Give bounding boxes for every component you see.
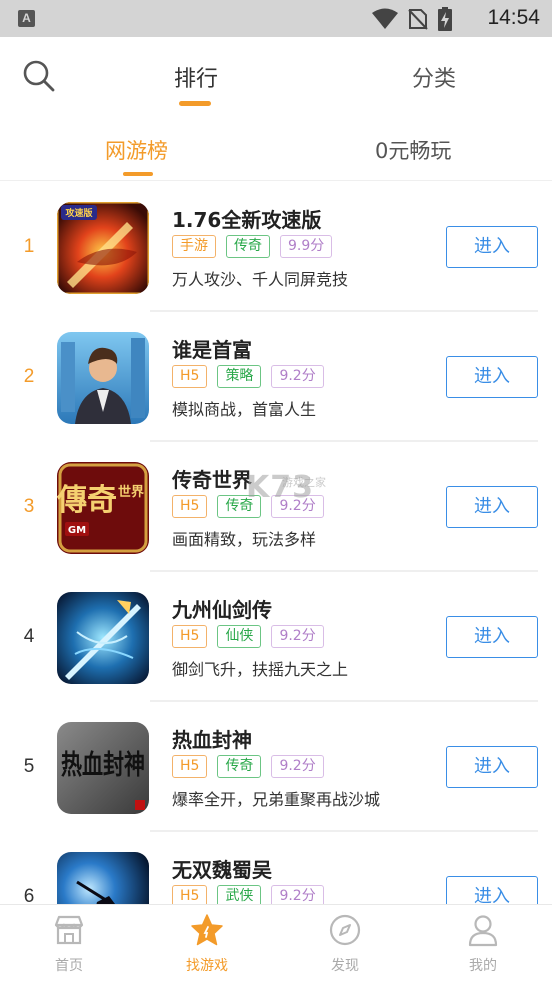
tab-online-games[interactable]: 网游榜 — [105, 135, 168, 165]
game-icon: 傳奇 世界 GM — [57, 462, 149, 554]
genre-tag: 传奇 — [217, 755, 262, 778]
star-icon — [191, 914, 223, 946]
status-bar: A 14:54 — [0, 0, 552, 37]
rank-number: 3 — [23, 496, 35, 517]
tab-category[interactable]: 分类 — [412, 61, 456, 93]
game-description: 万人攻沙、千人同屏竞技 — [172, 270, 349, 289]
enter-button[interactable]: 进入 — [446, 356, 538, 398]
genre-tag: 策略 — [217, 365, 262, 388]
platform-tag: H5 — [172, 365, 208, 388]
rank-number: 5 — [23, 756, 35, 777]
list-item[interactable]: 4 九州仙剑传 H5 仙侠 9.2分 御剑飞升，扶摇九天之上 进入 — [0, 572, 552, 702]
tag-group: H5 仙侠 9.2分 — [172, 625, 324, 648]
game-icon — [57, 332, 149, 424]
tag-group: H5 武侠 9.2分 — [172, 885, 324, 904]
platform-tag: H5 — [172, 495, 208, 518]
tag-group: H5 策略 9.2分 — [172, 365, 324, 388]
tab-ranking[interactable]: 排行 — [174, 61, 218, 93]
app-notification-icon: A — [18, 10, 35, 27]
wifi-icon — [372, 8, 398, 29]
game-title: 热血封神 — [172, 728, 252, 752]
genre-tag: 武侠 — [217, 885, 262, 904]
platform-tag: H5 — [172, 885, 208, 904]
nav-profile[interactable]: 我的 — [414, 905, 552, 981]
icon-label: 攻速版 — [65, 207, 92, 219]
score-tag: 9.2分 — [271, 885, 324, 904]
enter-button[interactable]: 进入 — [446, 616, 538, 658]
game-icon: 攻速版 — [57, 202, 149, 294]
status-icons — [372, 7, 452, 31]
tab-free-play[interactable]: 0元畅玩 — [375, 135, 451, 165]
list-item[interactable]: 3 傳奇 世界 GM 传奇世界 H5 传奇 9.2分 画面精致，玩法多样 进入 — [0, 442, 552, 572]
person-icon — [468, 915, 498, 947]
score-tag: 9.2分 — [271, 365, 324, 388]
sub-tab-bar: 网游榜 0元畅玩 — [0, 115, 552, 181]
enter-button[interactable]: 进入 — [446, 746, 538, 788]
nav-find-games[interactable]: 找游戏 — [138, 905, 276, 981]
list-item[interactable]: 2 谁是首富 H5 策略 9.2分 模拟商战，首富人生 进入 — [0, 312, 552, 442]
platform-tag: H5 — [172, 625, 208, 648]
nav-home[interactable]: 首页 — [0, 905, 138, 981]
game-description: 模拟商战，首富人生 — [172, 400, 317, 419]
game-description: 御剑飞升，扶摇九天之上 — [172, 660, 349, 679]
game-icon: 热血封神 — [57, 722, 149, 814]
enter-button[interactable]: 进入 — [446, 226, 538, 268]
tab-indicator — [179, 101, 211, 106]
enter-button[interactable]: 进入 — [446, 876, 538, 904]
game-title: 九州仙剑传 — [172, 598, 272, 622]
tag-group: 手游 传奇 9.9分 — [172, 235, 333, 258]
icon-label: 热血封神 — [61, 750, 145, 781]
score-tag: 9.9分 — [280, 235, 333, 258]
no-sim-icon — [408, 9, 428, 30]
score-tag: 9.2分 — [271, 755, 324, 778]
game-title: 无双魏蜀吴 — [172, 858, 272, 882]
rank-number: 6 — [23, 886, 35, 904]
list-item[interactable]: 5 热血封神 热血封神 H5 传奇 9.2分 爆率全开，兄弟重聚再战沙城 进入 — [0, 702, 552, 832]
platform-tag: 手游 — [172, 235, 216, 258]
platform-tag: H5 — [172, 755, 208, 778]
game-description: 爆率全开，兄弟重聚再战沙城 — [172, 790, 381, 809]
sub-tab-indicator — [123, 172, 153, 176]
genre-tag: 传奇 — [226, 235, 270, 258]
game-icon — [57, 592, 149, 684]
bottom-nav: 首页 找游戏 发现 我的 — [0, 904, 552, 981]
status-time: 14:54 — [487, 6, 540, 29]
compass-icon — [329, 914, 361, 946]
genre-tag: 仙侠 — [217, 625, 262, 648]
store-icon — [54, 915, 84, 945]
tag-group: H5 传奇 9.2分 — [172, 755, 324, 778]
search-icon[interactable] — [22, 59, 56, 93]
rank-number: 4 — [23, 626, 35, 647]
list-item[interactable]: 6 无双魏蜀吴 H5 武侠 9.2分 进入 — [0, 832, 552, 904]
nav-label: 我的 — [469, 958, 497, 974]
nav-label: 发现 — [331, 958, 359, 974]
game-title: 1.76全新攻速版 — [172, 208, 322, 232]
score-tag: 9.2分 — [271, 625, 324, 648]
game-list: 1 攻速版 1.76全新攻速版 手游 传奇 9.9分 万人攻沙、千人同屏竞技 进… — [0, 182, 552, 904]
nav-label: 找游戏 — [186, 958, 228, 974]
icon-label-side: 世界 — [118, 484, 144, 500]
watermark-text: 游戏之家 — [282, 476, 326, 489]
rank-number: 1 — [23, 236, 35, 257]
game-title: 传奇世界 — [172, 468, 252, 492]
icon-badge: GM — [68, 525, 86, 536]
game-title: 谁是首富 — [172, 338, 252, 362]
list-item[interactable]: 1 攻速版 1.76全新攻速版 手游 传奇 9.9分 万人攻沙、千人同屏竞技 进… — [0, 182, 552, 312]
top-bar: 排行 分类 — [0, 37, 552, 115]
battery-charging-icon — [438, 7, 452, 31]
icon-label-main: 傳奇 — [57, 483, 117, 518]
nav-label: 首页 — [55, 958, 83, 974]
rank-number: 2 — [23, 366, 35, 387]
enter-button[interactable]: 进入 — [446, 486, 538, 528]
game-icon — [57, 852, 149, 904]
game-description: 画面精致，玩法多样 — [172, 530, 317, 549]
nav-discover[interactable]: 发现 — [276, 905, 414, 981]
